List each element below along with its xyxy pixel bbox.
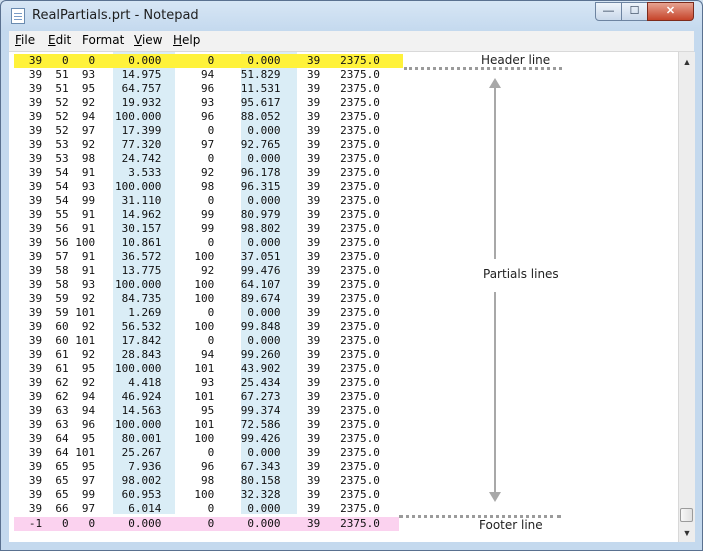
partial-line: 39 58 91 13.775 92 99.476 39 2375.0 (9, 264, 380, 277)
text-editor[interactable]: 39 0 0 0.000 0 0.000 39 2375.0 39 51 93 … (9, 52, 678, 542)
partial-line: 39 57 91 36.572 100 37.051 39 2375.0 (9, 250, 380, 263)
scroll-up-button[interactable]: ▲ (679, 54, 695, 70)
partial-line: 39 56 100 10.861 0 0.000 39 2375.0 (9, 236, 380, 249)
maximize-button[interactable]: ☐ (621, 2, 648, 21)
arrow-down-icon (489, 492, 501, 502)
partial-line: 39 61 95 100.000 101 43.902 39 2375.0 (9, 362, 380, 375)
partial-line: 39 54 91 3.533 92 96.178 39 2375.0 (9, 166, 380, 179)
arrow-shaft-top (494, 87, 496, 259)
partial-line: 39 54 93 100.000 98 96.315 39 2375.0 (9, 180, 380, 193)
menu-format[interactable]: Format (82, 33, 124, 47)
window-title: RealPartials.prt - Notepad (32, 8, 199, 23)
partial-line: 39 60 101 17.842 0 0.000 39 2375.0 (9, 334, 380, 347)
partial-line: 39 63 94 14.563 95 99.374 39 2375.0 (9, 404, 380, 417)
menu-file[interactable]: File (15, 33, 35, 47)
partial-line: 39 62 94 46.924 101 67.273 39 2375.0 (9, 390, 380, 403)
arrow-shaft-bottom (494, 292, 496, 493)
partial-line: 39 53 92 77.320 97 92.765 39 2375.0 (9, 138, 380, 151)
scroll-thumb[interactable] (680, 508, 693, 522)
partial-line: 39 63 96 100.000 101 72.586 39 2375.0 (9, 418, 380, 431)
partial-line: 39 52 92 19.932 93 95.617 39 2375.0 (9, 96, 380, 109)
close-button[interactable]: ✕ (647, 2, 694, 21)
partial-line: 39 65 99 60.953 100 32.328 39 2375.0 (9, 488, 380, 501)
menu-view[interactable]: View (134, 33, 162, 47)
title-bar[interactable]: RealPartials.prt - Notepad — ☐ ✕ (1, 1, 702, 31)
vertical-scrollbar[interactable]: ▲ ▼ (678, 52, 695, 542)
partial-line: 39 55 91 14.962 99 80.979 39 2375.0 (9, 208, 380, 221)
partial-line: 39 53 98 24.742 0 0.000 39 2375.0 (9, 152, 380, 165)
minimize-button[interactable]: — (595, 2, 622, 21)
menu-help[interactable]: Help (173, 33, 200, 47)
notepad-icon[interactable] (11, 8, 25, 24)
partial-line: 39 54 99 31.110 0 0.000 39 2375.0 (9, 194, 380, 207)
footer-line-label: Footer line (479, 518, 543, 532)
partial-line: 39 59 92 84.735 100 89.674 39 2375.0 (9, 292, 380, 305)
scroll-down-button[interactable]: ▼ (679, 525, 695, 541)
partial-line: 39 51 93 14.975 94 51.829 39 2375.0 (9, 68, 380, 81)
partial-line: 39 56 91 30.157 99 98.802 39 2375.0 (9, 222, 380, 235)
partial-line: 39 65 95 7.936 96 67.343 39 2375.0 (9, 460, 380, 473)
partials-lines-label: Partials lines (483, 267, 559, 281)
partial-line: 39 51 95 64.757 96 11.531 39 2375.0 (9, 82, 380, 95)
partial-line: 39 64 101 25.267 0 0.000 39 2375.0 (9, 446, 380, 459)
partial-line: 39 65 97 98.002 98 80.158 39 2375.0 (9, 474, 380, 487)
partial-line: 39 60 92 56.532 100 99.848 39 2375.0 (9, 320, 380, 333)
partial-line: 39 66 97 6.014 0 0.000 39 2375.0 (9, 502, 380, 515)
partial-line: 39 64 95 80.001 100 99.426 39 2375.0 (9, 432, 380, 445)
partial-line: 39 59 101 1.269 0 0.000 39 2375.0 (9, 306, 380, 319)
partial-line: 39 52 97 17.399 0 0.000 39 2375.0 (9, 124, 380, 137)
partial-line: 39 62 92 4.418 93 25.434 39 2375.0 (9, 376, 380, 389)
header-line: 39 0 0 0.000 0 0.000 39 2375.0 (9, 54, 380, 67)
footer-line: -1 0 0 0.000 0 0.000 39 2375.0 (9, 517, 380, 530)
menu-bar: File Edit Format View Help (9, 31, 694, 52)
notepad-window: RealPartials.prt - Notepad — ☐ ✕ File Ed… (0, 0, 703, 551)
partial-line: 39 58 93 100.000 100 64.107 39 2375.0 (9, 278, 380, 291)
header-divider (404, 67, 562, 70)
partial-line: 39 52 94 100.000 96 88.052 39 2375.0 (9, 110, 380, 123)
menu-edit[interactable]: Edit (48, 33, 71, 47)
partial-line: 39 61 92 28.843 94 99.260 39 2375.0 (9, 348, 380, 361)
header-line-label: Header line (481, 53, 551, 67)
